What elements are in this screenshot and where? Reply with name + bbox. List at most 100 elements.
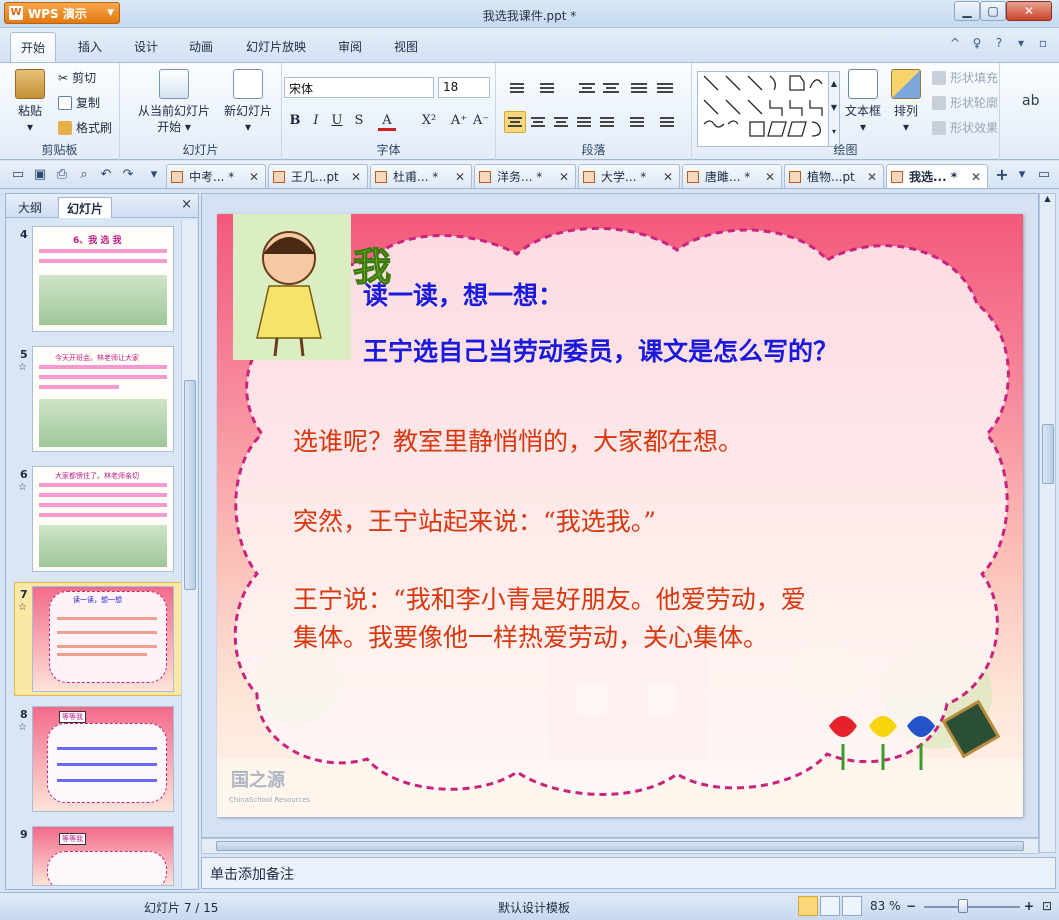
close-icon[interactable]: ✕ — [455, 170, 465, 184]
shape-outline-button[interactable]: 形状轮廓 — [932, 94, 998, 111]
help-icon[interactable]: ? — [991, 36, 1007, 50]
tab-view[interactable]: 视图 — [394, 38, 418, 55]
tab-review[interactable]: 审阅 — [338, 38, 362, 55]
close-icon[interactable]: ✕ — [765, 170, 775, 184]
scrollbar-thumb[interactable] — [216, 841, 1024, 851]
shadow-button[interactable]: S — [350, 111, 368, 131]
scrollbar-thumb[interactable] — [184, 380, 196, 590]
doc-tab[interactable]: 中考... * ✕ — [166, 164, 266, 188]
tab-insert[interactable]: 插入 — [78, 38, 102, 55]
align-right-button[interactable] — [550, 111, 572, 133]
chevron-down-icon[interactable]: ▾ — [1014, 167, 1030, 183]
close-icon[interactable]: ✕ — [559, 170, 569, 184]
slide-thumbnail[interactable]: 等等我 — [32, 826, 174, 886]
normal-view-icon[interactable] — [798, 896, 818, 916]
cut-button[interactable]: ✂ 剪切 — [58, 69, 96, 86]
skin-icon[interactable]: ♀ — [969, 36, 985, 50]
redo-icon[interactable]: ↷ — [120, 167, 136, 183]
slide-sorter-icon[interactable] — [820, 896, 840, 916]
restore-icon[interactable]: ▫ — [1035, 36, 1051, 50]
doc-tab[interactable]: 洋务... * ✕ — [474, 164, 576, 188]
shapes-gallery-scroll[interactable]: ▲ ▼ ▾ — [828, 71, 840, 147]
slide-thumbnail[interactable]: 等等我 — [32, 706, 174, 812]
zoom-slider-thumb[interactable] — [958, 899, 968, 913]
text-box-button[interactable]: 文本框 ▾ — [842, 69, 884, 135]
zoom-in-icon[interactable]: + — [1024, 899, 1034, 913]
numbering-button[interactable] — [536, 77, 558, 99]
doc-tab[interactable]: 大学... * ✕ — [578, 164, 680, 188]
maximize-button[interactable]: ▢ — [980, 1, 1006, 21]
more-tools-icon[interactable]: ab — [1022, 93, 1039, 109]
chevron-down-icon[interactable]: ▾ — [1013, 36, 1029, 50]
copy-button[interactable]: 复制 — [58, 94, 100, 111]
thumbnail-scrollbar[interactable] — [181, 220, 197, 888]
doc-tab[interactable]: 植物...pt ✕ — [784, 164, 884, 188]
slide-thumbnail-selected[interactable]: 读一读，想一想 — [32, 586, 174, 692]
save-icon[interactable]: ▣ — [32, 167, 48, 183]
tab-outline[interactable]: 大纲 — [10, 197, 50, 218]
open-folder-icon[interactable]: ▭ — [10, 167, 26, 183]
text-direction-button[interactable] — [628, 77, 650, 99]
collapse-ribbon-icon[interactable]: ^ — [947, 36, 963, 50]
fit-window-icon[interactable]: ⊡ — [1042, 899, 1052, 913]
align-left-button[interactable] — [504, 111, 526, 133]
bullets-button[interactable] — [506, 77, 528, 99]
doc-tab-active[interactable]: 我选... * ✕ — [886, 164, 988, 188]
doc-tab[interactable]: 王几...pt ✕ — [268, 164, 368, 188]
format-painter-button[interactable]: 格式刷 — [58, 119, 112, 136]
italic-button[interactable]: I — [307, 111, 325, 131]
tab-slides[interactable]: 幻灯片 — [58, 197, 113, 218]
customize-toolbar-icon[interactable]: ▾ — [146, 167, 162, 183]
zoom-slider[interactable] — [924, 906, 1020, 908]
distribute-button[interactable] — [596, 111, 618, 133]
close-icon[interactable]: × — [181, 197, 192, 212]
shape-effect-button[interactable]: 形状效果 — [932, 119, 998, 136]
slide-thumbnail[interactable]: 今天开班会。林老师让大家 — [32, 346, 174, 452]
new-slide-button[interactable]: 新幻灯片 ▾ — [220, 69, 276, 135]
doc-tab[interactable]: 杜甫... * ✕ — [370, 164, 472, 188]
play-from-current-button[interactable]: 从当前幻灯片 开始 ▾ — [128, 69, 220, 135]
horizontal-scrollbar[interactable] — [201, 838, 1039, 854]
paste-button[interactable]: 粘贴 ▾ — [8, 69, 52, 135]
align-text-button[interactable] — [654, 77, 676, 99]
close-button[interactable]: ✕ — [1006, 1, 1052, 21]
bold-button[interactable]: B — [286, 111, 304, 131]
zoom-out-icon[interactable]: − — [906, 899, 916, 913]
underline-button[interactable]: U — [328, 111, 346, 131]
superscript-button[interactable]: X² — [420, 111, 438, 131]
scrollbar-thumb[interactable] — [1042, 424, 1054, 484]
paragraph-spacing-button[interactable] — [656, 111, 678, 133]
font-name-select[interactable]: 宋体 — [284, 77, 434, 98]
tab-list-icon[interactable]: ▭ — [1036, 167, 1052, 183]
close-icon[interactable]: ✕ — [971, 170, 981, 184]
font-size-select[interactable]: 18 — [438, 77, 490, 98]
close-icon[interactable]: ✕ — [867, 170, 877, 184]
doc-tab[interactable]: 唐雎... * ✕ — [682, 164, 782, 188]
decrease-indent-button[interactable] — [576, 77, 598, 99]
new-tab-icon[interactable]: + — [994, 167, 1010, 183]
scroll-up-icon[interactable]: ▲ — [1040, 194, 1055, 203]
slide-canvas[interactable]: 我 国之源 ChinaSchool Resources 读一读，想一想： 王宁选… — [217, 214, 1023, 817]
close-icon[interactable]: ✕ — [351, 170, 361, 184]
minimize-button[interactable]: ▁ — [954, 1, 980, 21]
tab-animation[interactable]: 动画 — [189, 38, 213, 55]
print-preview-icon[interactable]: ⌕ — [76, 167, 92, 183]
slide-thumbnail[interactable]: 6、我 选 我 — [32, 226, 174, 332]
print-icon[interactable]: ⎙ — [54, 167, 70, 183]
align-center-button[interactable] — [527, 111, 549, 133]
shapes-gallery[interactable] — [697, 71, 835, 147]
increase-indent-button[interactable] — [600, 77, 622, 99]
slideshow-icon[interactable] — [842, 896, 862, 916]
justify-button[interactable] — [573, 111, 595, 133]
slide-thumbnail[interactable]: 大家都愣住了。林老师亲切 — [32, 466, 174, 572]
shape-fill-button[interactable]: 形状填充 — [932, 69, 998, 86]
shrink-font-button[interactable]: A⁻ — [472, 111, 490, 131]
tab-slideshow[interactable]: 幻灯片放映 — [246, 38, 306, 55]
undo-icon[interactable]: ↶ — [98, 167, 114, 183]
grow-font-button[interactable]: A⁺ — [450, 111, 468, 131]
arrange-button[interactable]: 排列 ▾ — [888, 69, 924, 135]
line-spacing-button[interactable] — [626, 111, 648, 133]
vertical-scrollbar[interactable]: ▲ — [1039, 193, 1056, 853]
notes-pane[interactable]: 单击添加备注 — [201, 857, 1056, 889]
close-icon[interactable]: ✕ — [249, 170, 259, 184]
